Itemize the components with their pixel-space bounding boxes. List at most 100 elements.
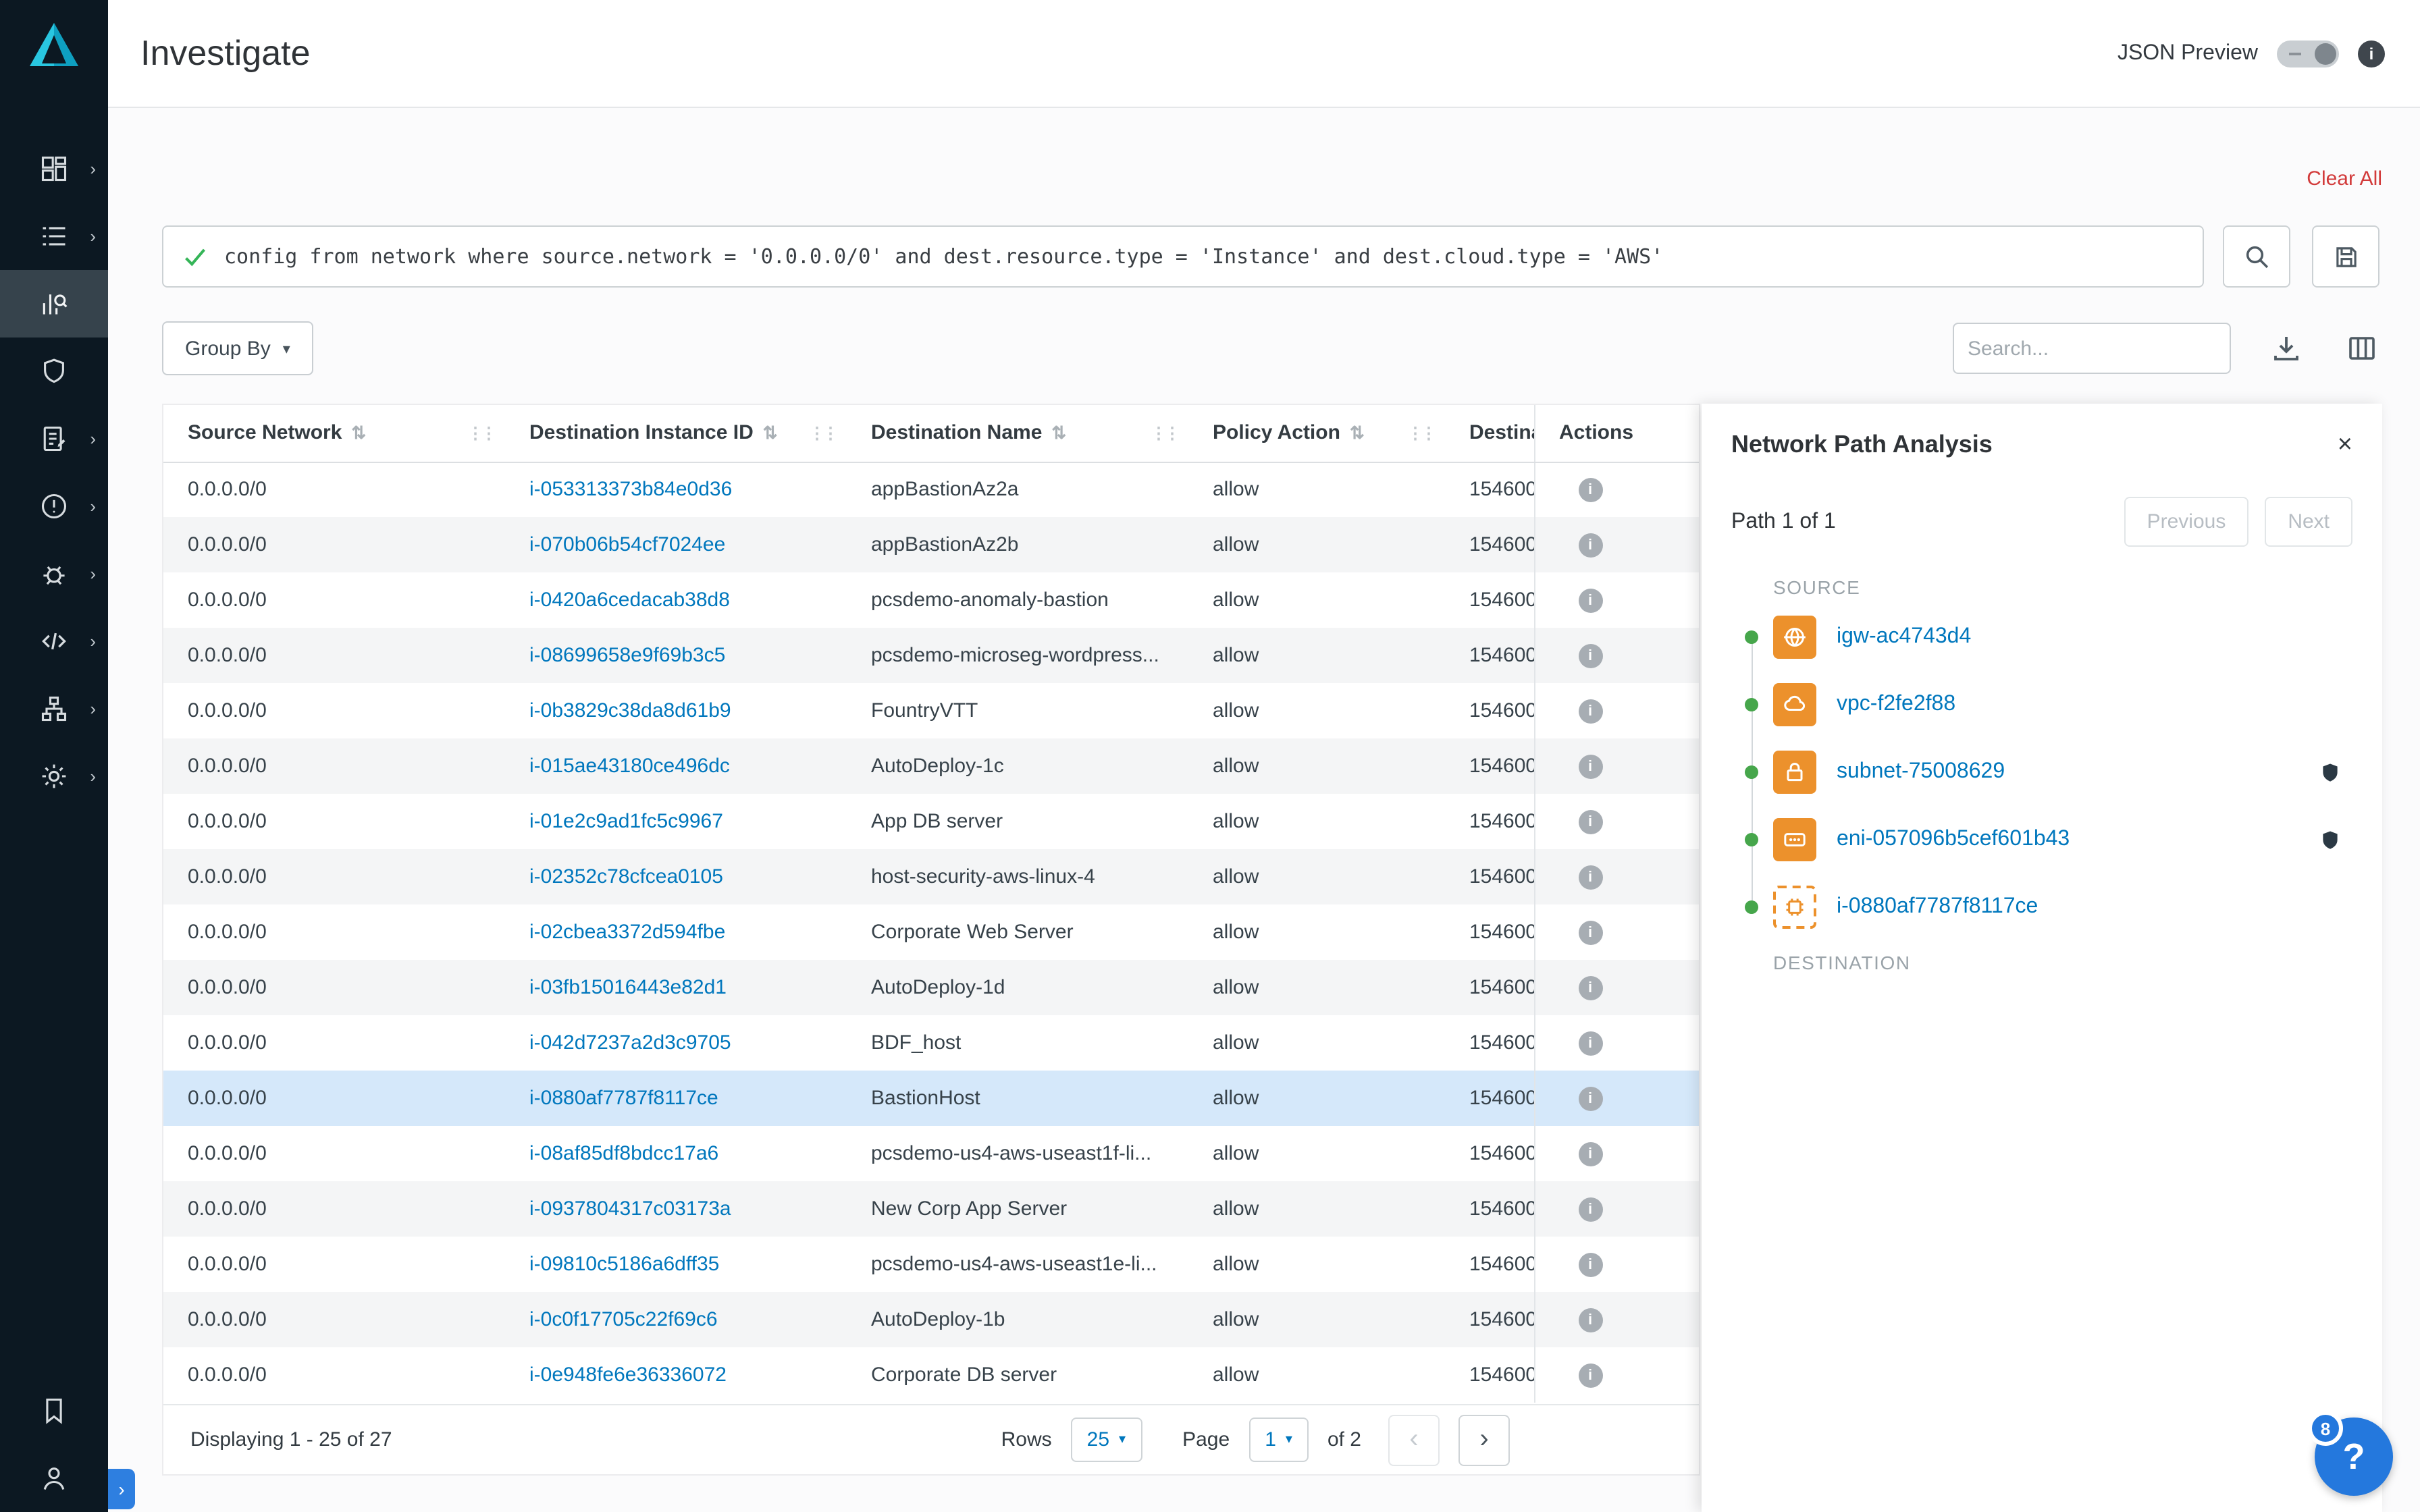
previous-path-button[interactable]: Previous — [2124, 497, 2249, 547]
row-info-icon[interactable]: i — [1578, 976, 1602, 1000]
sidebar-item-bookmark[interactable] — [0, 1377, 108, 1444]
column-header-destination-truncated[interactable]: Destina — [1445, 405, 1534, 462]
row-info-icon[interactable]: i — [1578, 1087, 1602, 1111]
row-info-icon[interactable]: i — [1578, 1253, 1602, 1277]
sidebar-item-alerts[interactable]: › — [0, 473, 108, 540]
table-row[interactable]: 0.0.0.0/0 i-070b06b54cf7024ee appBastion… — [163, 517, 1699, 572]
table-row[interactable]: 0.0.0.0/0 i-08af85df8bdcc17a6 pcsdemo-us… — [163, 1126, 1699, 1181]
query-bar[interactable]: config from network where source.network… — [162, 225, 2204, 288]
table-row[interactable]: 0.0.0.0/0 i-09810c5186a6dff35 pcsdemo-us… — [163, 1237, 1699, 1292]
column-header-source-network[interactable]: Source Network⇅⋮⋮ — [163, 405, 505, 462]
instance-id-link[interactable]: i-0420a6cedacab38d8 — [529, 589, 730, 612]
row-info-icon[interactable]: i — [1578, 479, 1602, 503]
table-row[interactable]: 0.0.0.0/0 i-042d7237a2d3c9705 BDF_host a… — [163, 1015, 1699, 1071]
sidebar-item-network[interactable]: › — [0, 675, 108, 742]
row-info-icon[interactable]: i — [1578, 644, 1602, 668]
row-info-icon[interactable]: i — [1578, 589, 1602, 613]
sidebar-item-profile[interactable] — [0, 1444, 108, 1512]
instance-id-link[interactable]: i-070b06b54cf7024ee — [529, 533, 725, 556]
instance-id-link[interactable]: i-053313373b84e0d36 — [529, 479, 732, 502]
table-row[interactable]: 0.0.0.0/0 i-0420a6cedacab38d8 pcsdemo-an… — [163, 572, 1699, 628]
sidebar-item-list[interactable]: › — [0, 202, 108, 270]
row-info-icon[interactable]: i — [1578, 533, 1602, 558]
download-button[interactable] — [2266, 328, 2307, 369]
sort-icon[interactable]: ⇅ — [763, 423, 778, 444]
instance-id-link[interactable]: i-0b3829c38da8d61b9 — [529, 699, 731, 722]
table-row[interactable]: 0.0.0.0/0 i-0b3829c38da8d61b9 FountryVTT… — [163, 683, 1699, 738]
table-row[interactable]: 0.0.0.0/0 i-0880af7787f8117ce BastionHos… — [163, 1071, 1699, 1126]
sidebar-item-blocks[interactable]: › — [0, 135, 108, 202]
column-header-policy-action[interactable]: Policy Action⇅⋮⋮ — [1188, 405, 1445, 462]
group-by-button[interactable]: Group By ▾ — [162, 321, 313, 375]
row-info-icon[interactable]: i — [1578, 810, 1602, 834]
column-header-destination-name[interactable]: Destination Name⇅⋮⋮ — [847, 405, 1188, 462]
sidebar-item-settings[interactable]: › — [0, 742, 108, 810]
instance-id-link[interactable]: i-02352c78cfcea0105 — [529, 865, 723, 888]
table-row[interactable]: 0.0.0.0/0 i-08699658e9f69b3c5 pcsdemo-mi… — [163, 628, 1699, 683]
row-info-icon[interactable]: i — [1578, 1364, 1602, 1388]
table-row[interactable]: 0.0.0.0/0 i-0937804317c03173a New Corp A… — [163, 1181, 1699, 1237]
row-info-icon[interactable]: i — [1578, 921, 1602, 945]
column-header-destination-instance-id[interactable]: Destination Instance ID⇅⋮⋮ — [505, 405, 847, 462]
sort-icon[interactable]: ⇅ — [351, 423, 366, 444]
row-info-icon[interactable]: i — [1578, 699, 1602, 724]
help-button[interactable]: ? 8 — [2315, 1418, 2393, 1496]
table-row[interactable]: 0.0.0.0/0 i-01e2c9ad1fc5c9967 App DB ser… — [163, 794, 1699, 849]
instance-id-link[interactable]: i-0880af7787f8117ce — [529, 1087, 718, 1110]
save-search-button[interactable] — [2312, 225, 2379, 288]
row-info-icon[interactable]: i — [1578, 1308, 1602, 1332]
clear-all-link[interactable]: Clear All — [2307, 167, 2382, 190]
column-grip-icon[interactable]: ⋮⋮ — [809, 424, 836, 443]
info-icon[interactable]: i — [2358, 40, 2385, 67]
table-row[interactable]: 0.0.0.0/0 i-0c0f17705c22f69c6 AutoDeploy… — [163, 1292, 1699, 1347]
instance-id-link[interactable]: i-0e948fe6e36336072 — [529, 1364, 727, 1386]
path-node-link[interactable]: i-0880af7787f8117ce — [1837, 895, 2038, 919]
column-grip-icon[interactable]: ⋮⋮ — [467, 424, 494, 443]
sidebar-item-bug[interactable]: › — [0, 540, 108, 608]
path-node-link[interactable]: vpc-f2fe2f88 — [1837, 693, 1955, 717]
query-text[interactable]: config from network where source.network… — [224, 244, 1663, 269]
instance-id-link[interactable]: i-015ae43180ce496dc — [529, 755, 730, 778]
instance-id-link[interactable]: i-03fb15016443e82d1 — [529, 976, 727, 999]
instance-id-link[interactable]: i-02cbea3372d594fbe — [529, 921, 725, 944]
column-grip-icon[interactable]: ⋮⋮ — [1151, 424, 1178, 443]
row-info-icon[interactable]: i — [1578, 1197, 1602, 1222]
sidebar-item-report[interactable]: › — [0, 405, 108, 473]
sidebar-item-code[interactable]: › — [0, 608, 108, 675]
instance-id-link[interactable]: i-08699658e9f69b3c5 — [529, 644, 725, 667]
table-row[interactable]: 0.0.0.0/0 i-053313373b84e0d36 appBastion… — [163, 462, 1699, 517]
column-grip-icon[interactable]: ⋮⋮ — [1407, 424, 1434, 443]
table-row[interactable]: 0.0.0.0/0 i-03fb15016443e82d1 AutoDeploy… — [163, 960, 1699, 1015]
row-info-icon[interactable]: i — [1578, 1031, 1602, 1056]
column-settings-button[interactable] — [2342, 328, 2382, 369]
rows-per-page-select[interactable]: 25 ▾ — [1071, 1418, 1142, 1462]
path-node-link[interactable]: eni-057096b5cef601b43 — [1837, 828, 2070, 852]
close-icon[interactable]: × — [2338, 432, 2352, 458]
instance-id-link[interactable]: i-01e2c9ad1fc5c9967 — [529, 810, 723, 833]
prisma-cloud-logo[interactable] — [0, 22, 108, 68]
instance-id-link[interactable]: i-09810c5186a6dff35 — [529, 1253, 719, 1276]
page-select[interactable]: 1 ▾ — [1248, 1418, 1309, 1462]
instance-id-link[interactable]: i-0937804317c03173a — [529, 1197, 731, 1220]
instance-id-link[interactable]: i-042d7237a2d3c9705 — [529, 1031, 731, 1054]
sort-icon[interactable]: ⇅ — [1350, 423, 1365, 444]
path-node-link[interactable]: igw-ac4743d4 — [1837, 625, 1971, 649]
row-info-icon[interactable]: i — [1578, 865, 1602, 890]
sidebar-expand-tab[interactable]: › — [108, 1469, 135, 1509]
table-row[interactable]: 0.0.0.0/0 i-0e948fe6e36336072 Corporate … — [163, 1347, 1699, 1403]
row-info-icon[interactable]: i — [1578, 755, 1602, 779]
json-preview-toggle[interactable] — [2277, 40, 2339, 67]
path-node-link[interactable]: subnet-75008629 — [1837, 760, 2005, 784]
row-info-icon[interactable]: i — [1578, 1142, 1602, 1166]
sidebar-item-shield[interactable] — [0, 338, 108, 405]
sidebar-item-investigate[interactable] — [0, 270, 108, 338]
table-row[interactable]: 0.0.0.0/0 i-02352c78cfcea0105 host-secur… — [163, 849, 1699, 905]
sort-icon[interactable]: ⇅ — [1051, 423, 1066, 444]
table-row[interactable]: 0.0.0.0/0 i-015ae43180ce496dc AutoDeploy… — [163, 738, 1699, 794]
run-search-button[interactable] — [2223, 225, 2290, 288]
table-row[interactable]: 0.0.0.0/0 i-02cbea3372d594fbe Corporate … — [163, 905, 1699, 960]
previous-page-button[interactable]: ‹ — [1388, 1414, 1440, 1465]
next-page-button[interactable]: › — [1458, 1414, 1510, 1465]
table-search-input[interactable] — [1968, 337, 2236, 360]
instance-id-link[interactable]: i-0c0f17705c22f69c6 — [529, 1308, 718, 1331]
